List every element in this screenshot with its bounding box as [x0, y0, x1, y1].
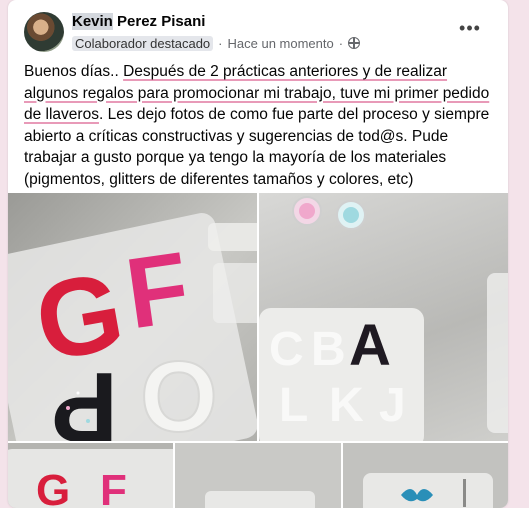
post-text: Buenos días.. Después de 2 prácticas ant…: [24, 61, 504, 190]
photo1-letter-p: P: [51, 351, 118, 441]
meta-separator: ·: [218, 35, 223, 51]
photo2-letter-b: B: [311, 323, 346, 376]
photo-1[interactable]: G F O P: [8, 193, 257, 441]
post-card: Kevin Perez Pisani Colaborador destacado…: [8, 0, 508, 508]
photo2-letter-j: J: [379, 379, 406, 432]
post-timestamp[interactable]: Hace un momento: [228, 36, 334, 51]
photo-4[interactable]: [175, 443, 341, 508]
photo3-letter-g: G: [36, 466, 70, 508]
meta-separator-2: ·: [338, 35, 344, 51]
photo-grid: G F O P A B C J K L G F: [8, 193, 508, 508]
photo2-letter-l: L: [279, 379, 308, 432]
photo-3[interactable]: G F: [8, 443, 173, 508]
photo2-letter-c: C: [269, 323, 304, 376]
post-meta: Colaborador destacado · Hace un momento …: [72, 34, 361, 52]
photo1-letter-o: O: [140, 341, 218, 441]
top-contributor-badge[interactable]: Colaborador destacado: [72, 35, 214, 51]
photo2-letter-a: A: [349, 313, 391, 378]
photo2-letter-k: K: [329, 379, 364, 432]
avatar[interactable]: [24, 12, 64, 52]
audience-globe-icon[interactable]: [348, 37, 361, 49]
photo-5[interactable]: [343, 443, 508, 508]
author-last-name: Perez Pisani: [112, 13, 206, 30]
author-name[interactable]: Kevin Perez Pisani: [72, 13, 205, 30]
post-text-part-1: Buenos días..: [24, 63, 124, 80]
photo-2[interactable]: A B C J K L: [259, 193, 508, 441]
more-options-button[interactable]: •••: [452, 14, 488, 46]
photo3-letter-f: F: [100, 466, 127, 508]
author-first-name: Kevin: [72, 13, 113, 30]
